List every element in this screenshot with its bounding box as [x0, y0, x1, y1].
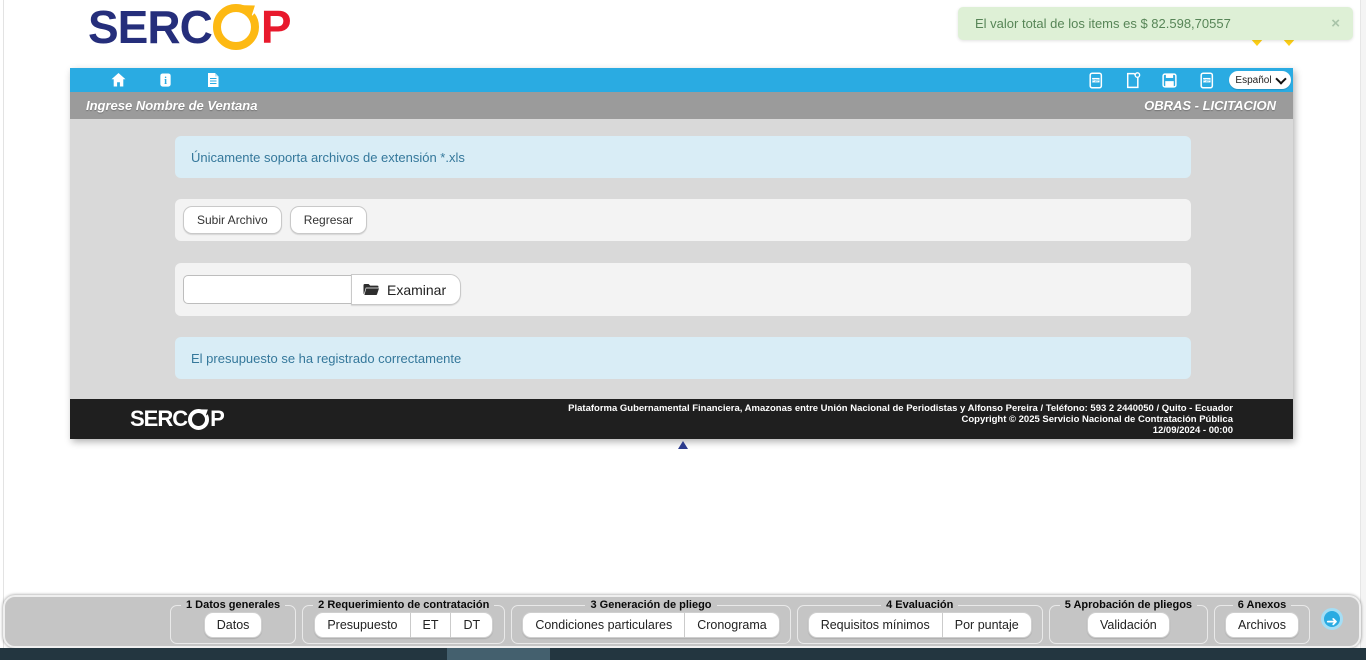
wizard-button-archivos[interactable]: Archivos [1225, 612, 1299, 638]
content-area: Únicamente soporta archivos de extensión… [70, 119, 1293, 399]
window-titlebar: Ingrese Nombre de Ventana OBRAS - LICITA… [70, 92, 1293, 119]
logo-loop-icon [188, 409, 209, 430]
wizard-button-condiciones-particulares[interactable]: Condiciones particulares [522, 612, 685, 638]
scroll-top-arrow-icon[interactable] [678, 441, 688, 449]
wizard-steps-bar: 1 Datos generalesDatos2 Requerimiento de… [3, 595, 1361, 648]
browse-button-label: Examinar [387, 282, 446, 298]
top-toolbar: i PDF PDF Español [70, 68, 1293, 92]
info-icon[interactable]: i [157, 72, 174, 89]
wizard-group-3: 3 Generación de pliegoCondiciones partic… [511, 599, 790, 644]
total-value-toast: El valor total de los items es $ 82.598,… [958, 7, 1353, 40]
process-type-label: OBRAS - LICITACION [1144, 98, 1276, 113]
window-bottom-edge-highlight [447, 648, 550, 660]
info-message-success: El presupuesto se ha registrado correcta… [175, 337, 1191, 379]
wizard-button-requisitos-m-nimos[interactable]: Requisitos mínimos [808, 612, 943, 638]
footer: SERC P Plataforma Gubernamental Financie… [70, 399, 1293, 439]
new-document-icon[interactable] [1124, 72, 1141, 89]
scrollbar-track[interactable] [1360, 0, 1366, 648]
window-name-label: Ingrese Nombre de Ventana [86, 98, 257, 113]
chevron-down-icon [1275, 73, 1286, 84]
actions-panel: Subir Archivo Regresar [175, 199, 1191, 241]
export-pdf-icon[interactable]: PDF [1198, 72, 1215, 89]
info-message-extension: Únicamente soporta archivos de extensión… [175, 136, 1191, 178]
wizard-button-et[interactable]: ET [411, 612, 452, 638]
back-button[interactable]: Regresar [290, 206, 367, 234]
wizard-group-1: 1 Datos generalesDatos [170, 599, 296, 644]
wizard-button-validaci-n[interactable]: Validación [1087, 612, 1170, 638]
footer-copyright-line: Copyright © 2025 Servicio Nacional de Co… [568, 414, 1233, 425]
file-picker-panel: Examinar [175, 263, 1191, 316]
upload-file-button[interactable]: Subir Archivo [183, 206, 282, 234]
next-step-button[interactable]: ➜ [1321, 608, 1343, 630]
wizard-button-datos[interactable]: Datos [204, 612, 263, 638]
file-path-input[interactable] [183, 275, 351, 304]
wizard-button-presupuesto[interactable]: Presupuesto [314, 612, 410, 638]
sercop-logo: SERC P [88, 4, 291, 50]
wizard-group-legend: 2 Requerimiento de contratación [313, 599, 494, 611]
window-bottom-edge [0, 648, 1366, 660]
wizard-group-legend: 1 Datos generales [181, 599, 285, 611]
save-icon[interactable] [1161, 72, 1178, 89]
main-window: i PDF PDF Español Ingrese Nombre de [70, 68, 1293, 439]
wizard-group-4: 4 EvaluaciónRequisitos mínimosPor puntaj… [797, 599, 1043, 644]
wizard-group-2: 2 Requerimiento de contrataciónPresupues… [302, 599, 505, 644]
wizard-group-legend: 6 Anexos [1233, 599, 1292, 611]
wizard-group-legend: 5 Aprobación de pliegos [1060, 599, 1197, 611]
footer-sercop-logo: SERC P [130, 408, 224, 430]
document-icon[interactable] [204, 72, 221, 89]
close-icon[interactable]: × [1331, 16, 1340, 31]
footer-address-line: Plataforma Gubernamental Financiera, Ama… [568, 403, 1233, 414]
svg-text:PDF: PDF [1092, 78, 1100, 82]
window-left-edge [3, 0, 4, 648]
wizard-group-6: 6 AnexosArchivos [1214, 599, 1310, 644]
wizard-button-dt[interactable]: DT [451, 612, 493, 638]
wizard-button-por-puntaje[interactable]: Por puntaje [943, 612, 1032, 638]
wizard-group-5: 5 Aprobación de pliegosValidación [1049, 599, 1208, 644]
svg-text:i: i [164, 76, 167, 87]
browse-button[interactable]: Examinar [351, 274, 461, 305]
logo-text-suffix: P [261, 4, 291, 50]
wizard-group-legend: 3 Generación de pliego [585, 599, 716, 611]
footer-text: Plataforma Gubernamental Financiera, Ama… [568, 403, 1233, 436]
language-select[interactable]: Español [1229, 71, 1291, 89]
wizard-groups: 1 Datos generalesDatos2 Requerimiento de… [167, 597, 1313, 644]
folder-icon [363, 283, 379, 296]
footer-date-line: 12/09/2024 - 00:00 [568, 425, 1233, 436]
language-selected-label: Español [1235, 75, 1271, 86]
wizard-button-cronograma[interactable]: Cronograma [685, 612, 779, 638]
toast-message: El valor total de los items es $ 82.598,… [975, 16, 1231, 31]
export-pdf-icon[interactable]: PDF [1087, 72, 1104, 89]
logo-text-prefix: SERC [88, 4, 212, 50]
svg-text:PDF: PDF [1203, 78, 1211, 82]
wizard-group-legend: 4 Evaluación [881, 599, 958, 611]
home-icon[interactable] [110, 72, 127, 89]
logo-loop-icon [213, 4, 259, 50]
